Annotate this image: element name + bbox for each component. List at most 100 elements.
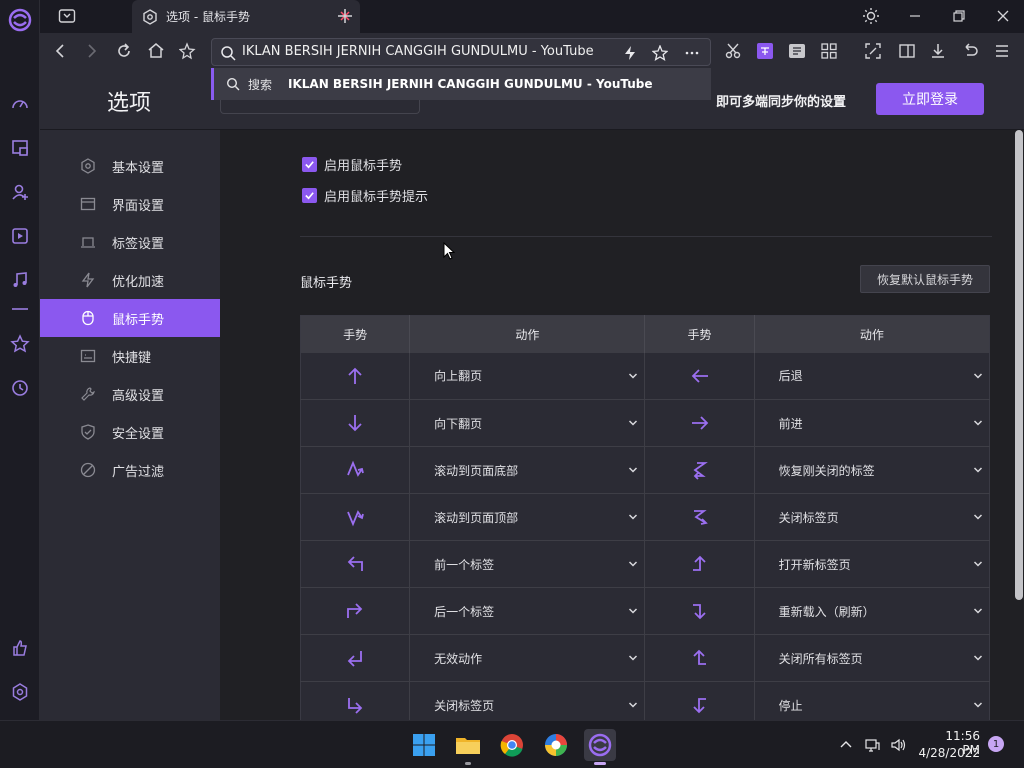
- chevron-down-icon: [973, 700, 983, 710]
- action-select[interactable]: 关闭标签页: [409, 681, 646, 720]
- speed-dial-icon[interactable]: [10, 94, 30, 114]
- bookmark-add-icon[interactable]: [179, 42, 197, 60]
- nav-item-security[interactable]: 安全设置: [40, 413, 220, 451]
- thumbs-up-icon[interactable]: [10, 638, 30, 658]
- nav-item-shortcuts[interactable]: 快捷键: [40, 337, 220, 375]
- video-icon[interactable]: [10, 226, 30, 246]
- chevron-down-icon: [973, 465, 983, 475]
- tab-manager-icon[interactable]: [58, 7, 76, 25]
- sync-text: 即可多端同步你的设置: [716, 95, 847, 110]
- reader-icon[interactable]: [788, 42, 806, 60]
- active-tab[interactable]: 选项 - 鼠标手势: [132, 0, 360, 33]
- scrollbar[interactable]: [1012, 130, 1024, 720]
- action-select[interactable]: 前一个标签: [409, 540, 646, 588]
- windows-start-icon[interactable]: [408, 729, 440, 761]
- action-select[interactable]: 滚动到页面顶部: [409, 493, 646, 541]
- chevron-down-icon: [973, 606, 983, 616]
- action-select[interactable]: 关闭标签页: [754, 493, 990, 541]
- action-select[interactable]: 后退: [754, 352, 990, 400]
- nav-item-tabs[interactable]: 标签设置: [40, 223, 220, 261]
- colorful-app-icon[interactable]: [540, 729, 572, 761]
- nav-item-basic[interactable]: 基本设置: [40, 147, 220, 185]
- address-input[interactable]: IKLAN BERSIH JERNIH CANGGIH GUNDULMU - Y…: [242, 44, 594, 59]
- enable-gesture-hint-checkbox[interactable]: [302, 188, 317, 203]
- chrome-icon[interactable]: [496, 729, 528, 761]
- screenshot-icon[interactable]: [10, 138, 30, 158]
- file-explorer-icon[interactable]: [452, 729, 484, 765]
- up-left-arrow-icon: [300, 540, 411, 588]
- cut-icon[interactable]: [724, 42, 742, 60]
- minimize-icon[interactable]: [906, 7, 924, 25]
- clock-date[interactable]: 4/28/2022: [917, 746, 980, 760]
- close-window-icon[interactable]: [994, 7, 1012, 25]
- translate-icon[interactable]: [756, 42, 774, 60]
- action-select[interactable]: 重新载入（刷新）: [754, 587, 990, 635]
- forward-icon[interactable]: [83, 42, 101, 60]
- divider: [300, 236, 992, 237]
- settings-content: 启用鼠标手势 启用鼠标手势提示 鼠标手势 恢复默认鼠标手势 手势 动作 手势 动…: [220, 130, 1012, 720]
- chevron-down-icon: [628, 700, 638, 710]
- restore-icon[interactable]: [950, 7, 968, 25]
- star-icon[interactable]: [10, 334, 30, 354]
- action-select[interactable]: 停止: [754, 681, 990, 720]
- tab-icon: [80, 234, 96, 250]
- more-icon[interactable]: [684, 45, 700, 61]
- download-icon[interactable]: [929, 42, 947, 60]
- left-up-arrow-icon: [644, 634, 755, 682]
- nav-item-mouse-gesture[interactable]: 鼠标手势: [40, 299, 220, 337]
- notification-badge[interactable]: 1: [988, 736, 1004, 752]
- history-icon[interactable]: [10, 378, 30, 398]
- action-select[interactable]: 前进: [754, 399, 990, 447]
- music-icon[interactable]: [10, 270, 30, 290]
- enable-gesture-checkbox[interactable]: [302, 157, 317, 172]
- restore-default-gestures-button[interactable]: 恢复默认鼠标手势: [860, 265, 990, 293]
- action-value: 关闭标签页: [434, 698, 495, 713]
- sidebar-toggle-icon[interactable]: [898, 42, 916, 60]
- network-icon[interactable]: [864, 737, 880, 753]
- theme-icon[interactable]: [862, 7, 880, 25]
- login-button[interactable]: 立即登录: [876, 83, 984, 115]
- volume-icon[interactable]: [890, 737, 906, 753]
- browser-logo-icon[interactable]: [8, 8, 32, 32]
- search-suggestion[interactable]: 搜索 IKLAN BERSIH JERNIH CANGGIH GUNDULMU …: [211, 68, 711, 100]
- reload-icon[interactable]: [115, 42, 133, 60]
- action-value: 打开新标签页: [778, 557, 851, 572]
- sidebar-divider: [10, 304, 30, 314]
- action-select[interactable]: 向上翻页: [409, 352, 646, 400]
- action-select[interactable]: 打开新标签页: [754, 540, 990, 588]
- fullscreen-icon[interactable]: [864, 42, 882, 60]
- nav-item-interface[interactable]: 界面设置: [40, 185, 220, 223]
- action-select[interactable]: 关闭所有标签页: [754, 634, 990, 682]
- undo-icon[interactable]: [961, 42, 979, 60]
- action-select[interactable]: 无效动作: [409, 634, 646, 682]
- menu-icon[interactable]: [993, 42, 1011, 60]
- favorite-star-icon[interactable]: [652, 45, 668, 61]
- apps-grid-icon[interactable]: [820, 42, 838, 60]
- nav-item-advanced[interactable]: 高级设置: [40, 375, 220, 413]
- home-icon[interactable]: [147, 42, 165, 60]
- table-row: 向上翻页 后退: [300, 352, 990, 400]
- new-tab-icon[interactable]: [336, 7, 354, 25]
- action-select[interactable]: 滚动到页面底部: [409, 446, 646, 494]
- column-header: 动作: [409, 315, 646, 353]
- chevron-up-icon[interactable]: [838, 737, 854, 753]
- settings-search-field[interactable]: [220, 99, 420, 114]
- user-add-icon[interactable]: [10, 182, 30, 202]
- browser-taskbar-icon[interactable]: [584, 729, 616, 765]
- back-icon[interactable]: [51, 42, 69, 60]
- action-select[interactable]: 恢复刚关闭的标签: [754, 446, 990, 494]
- scrollbar-thumb[interactable]: [1015, 130, 1023, 600]
- action-value: 停止: [778, 698, 803, 713]
- nav-item-adblock[interactable]: 广告过滤: [40, 451, 220, 489]
- nav-item-optimize[interactable]: 优化加速: [40, 261, 220, 299]
- action-select[interactable]: 向下翻页: [409, 399, 646, 447]
- address-bar[interactable]: IKLAN BERSIH JERNIH CANGGIH GUNDULMU - Y…: [211, 38, 711, 66]
- enable-gesture-hint-option[interactable]: 启用鼠标手势提示: [302, 186, 428, 205]
- enable-gesture-option[interactable]: 启用鼠标手势: [302, 155, 402, 174]
- action-select[interactable]: 后一个标签: [409, 587, 646, 635]
- settings-icon[interactable]: [10, 682, 30, 702]
- lightning-icon[interactable]: [622, 45, 638, 61]
- chevron-down-icon: [628, 465, 638, 475]
- page-title: 选项: [107, 91, 152, 116]
- action-value: 关闭标签页: [778, 510, 839, 525]
